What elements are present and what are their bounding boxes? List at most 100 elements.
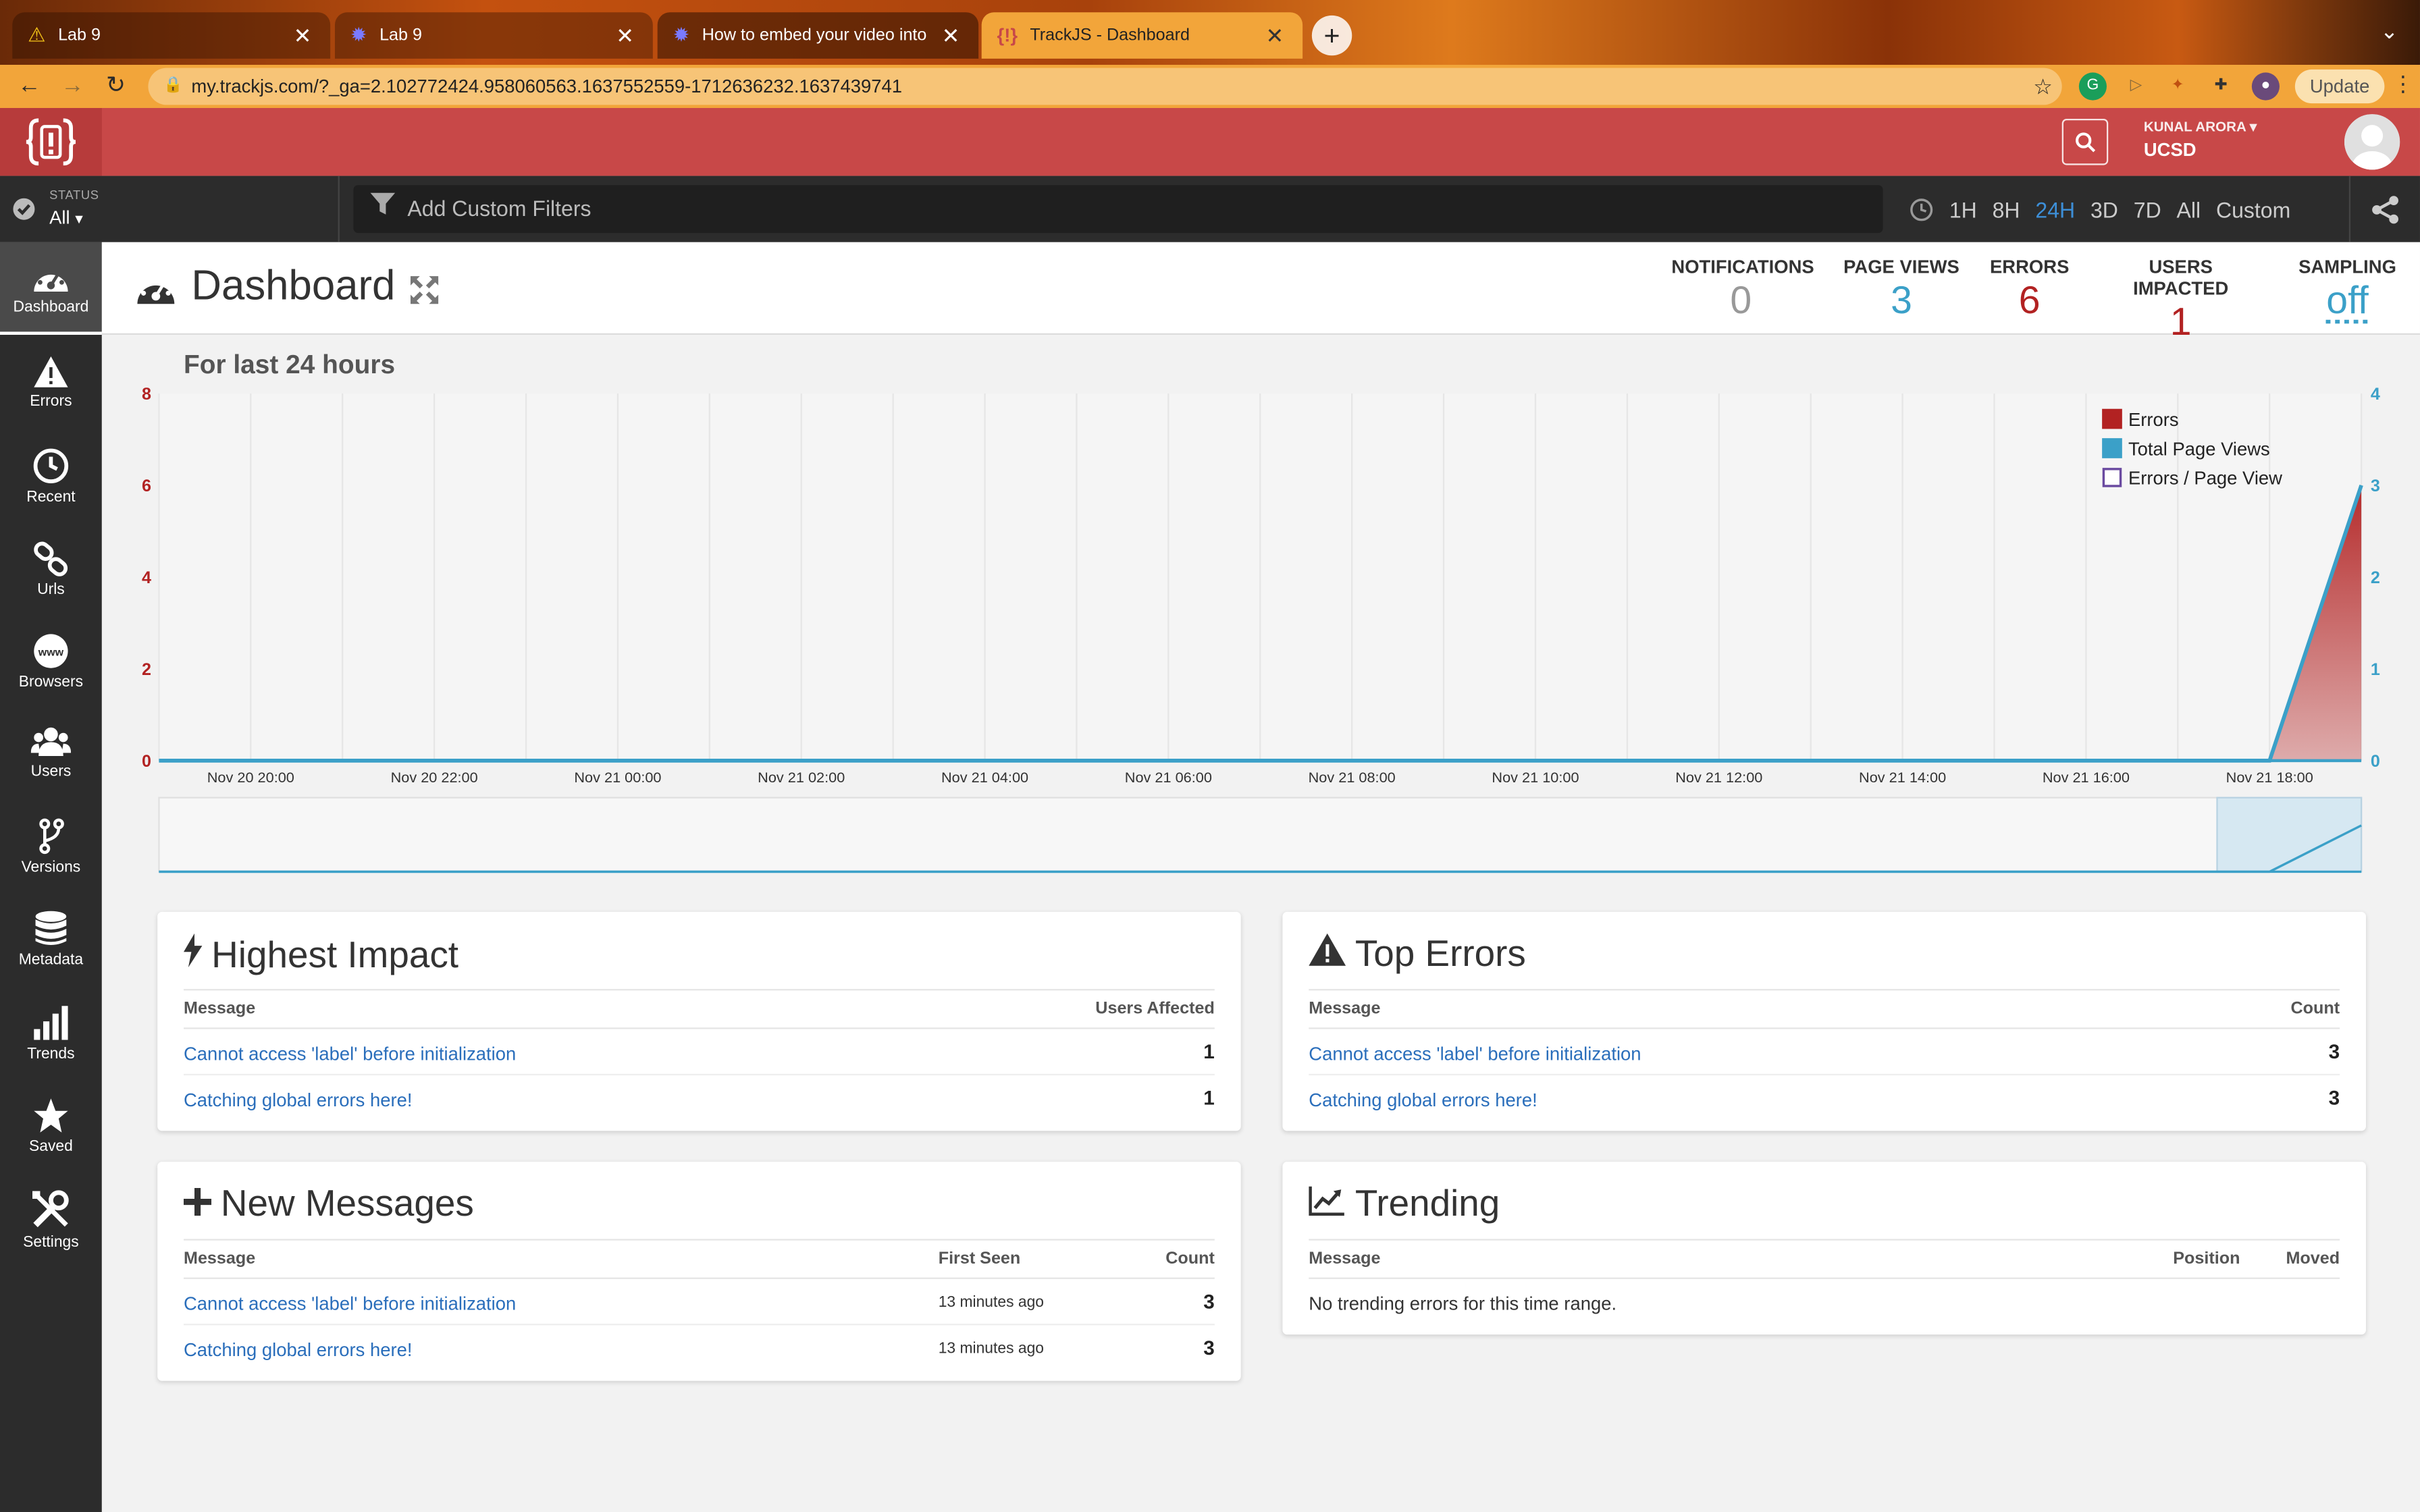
error-message-link[interactable]: Cannot access 'label' before initializat… xyxy=(184,1293,516,1314)
user-menu[interactable]: KUNAL ARORA ▾ UCSD xyxy=(2144,119,2257,161)
expand-icon[interactable] xyxy=(407,273,441,307)
trackjs-logo[interactable] xyxy=(0,107,102,176)
sidebar-item-urls[interactable]: Urls xyxy=(0,522,102,614)
panel-title: New Messages xyxy=(220,1183,474,1225)
column-header-moved[interactable]: Moved xyxy=(2286,1249,2340,1268)
sidebar-item-label: Users xyxy=(30,763,72,781)
puzzle-icon[interactable]: ✚ xyxy=(2207,72,2235,100)
browser-tab[interactable]: ⚠ Lab 9 ✕ xyxy=(12,12,331,59)
column-header-first-seen[interactable]: First Seen xyxy=(939,1249,1021,1268)
x-tick-label: Nov 21 00:00 xyxy=(574,769,661,786)
grammarly-icon[interactable]: G xyxy=(2078,72,2107,101)
error-message-link[interactable]: Catching global errors here! xyxy=(184,1089,412,1111)
panel-title: Highest Impact xyxy=(211,934,459,976)
close-tab-icon[interactable]: ✕ xyxy=(1263,22,1288,49)
notifications-stat[interactable]: NOTIFICATIONS 0 xyxy=(1671,256,1814,324)
new-tab-button[interactable]: + xyxy=(1311,15,1352,56)
range-3d[interactable]: 3D xyxy=(2083,196,2126,221)
share-button[interactable] xyxy=(2348,176,2420,242)
reload-icon[interactable]: ↻ xyxy=(99,70,132,103)
org-name: UCSD xyxy=(2143,138,2197,161)
stat-label: USERS IMPACTED xyxy=(2133,256,2229,300)
sidebar-item-metadata[interactable]: Metadata xyxy=(0,892,102,984)
x-tick-label: Nov 20 22:00 xyxy=(391,769,478,786)
svg-text:www: www xyxy=(38,647,64,658)
update-button[interactable]: Update xyxy=(2294,69,2385,104)
chevron-down-icon[interactable]: ⌄ xyxy=(2380,18,2398,45)
table-header: Message Position Moved xyxy=(1309,1239,2340,1279)
x-tick-label: Nov 21 06:00 xyxy=(1125,769,1212,786)
sidebar-item-browsers[interactable]: www Browsers xyxy=(0,614,102,707)
errors-chart: For last 24 hours 0 2 4 6 8 0 1 2 3 4 Nov 20 20:00… xyxy=(102,335,2420,890)
sidebar-item-trends[interactable]: Trends xyxy=(0,986,102,1079)
range-custom[interactable]: Custom xyxy=(2209,196,2298,221)
sidebar-item-saved[interactable]: Saved xyxy=(0,1079,102,1171)
first-seen-time: 13 minutes ago xyxy=(938,1341,1045,1358)
table-row: Catching global errors here! 1 xyxy=(184,1075,1215,1122)
trending-panel: Trending Message Position Moved No trend… xyxy=(1282,1162,2366,1335)
column-header-message[interactable]: Message xyxy=(1309,1000,1380,1018)
range-all[interactable]: All xyxy=(2169,196,2208,221)
browser-tab[interactable]: ✹ Lab 9 ✕ xyxy=(334,12,653,59)
sidebar-item-versions[interactable]: Versions xyxy=(0,799,102,892)
address-bar[interactable]: 🔒 my.trackjs.com/?_ga=2.102772424.958060… xyxy=(148,68,2062,105)
page-views-stat[interactable]: PAGE VIEWS 3 xyxy=(1840,256,1964,324)
range-8h[interactable]: 8H xyxy=(1984,196,2028,221)
range-1h[interactable]: 1H xyxy=(1941,196,1984,221)
column-header-users-affected[interactable]: Users Affected xyxy=(1095,1000,1215,1018)
sidebar-item-users[interactable]: Users xyxy=(0,707,102,799)
profile-icon[interactable]: ● xyxy=(2251,72,2280,101)
browser-tab[interactable]: ✹ How to embed your video into ✕ xyxy=(657,12,979,59)
x-tick-label: Nov 21 12:00 xyxy=(1675,769,1762,786)
error-message-link[interactable]: Cannot access 'label' before initializat… xyxy=(184,1043,516,1064)
error-message-link[interactable]: Catching global errors here! xyxy=(184,1339,412,1361)
extension-icon[interactable]: ▷ xyxy=(2122,72,2150,100)
dashboard-header: Dashboard NOTIFICATIONS 0 PAGE VIEWS 3 E… xyxy=(101,242,2420,344)
star-icon[interactable]: ☆ xyxy=(2033,68,2053,105)
column-header-message[interactable]: Message xyxy=(1309,1249,1380,1268)
sampling-stat[interactable]: SAMPLING off xyxy=(2294,256,2402,324)
column-header-count[interactable]: Count xyxy=(2291,1000,2340,1018)
menu-icon[interactable]: ⋮ xyxy=(2392,71,2414,97)
back-arrow-icon[interactable]: ← xyxy=(12,70,46,103)
range-navigator xyxy=(158,796,2363,873)
status-filter[interactable]: STATUS All ▾ xyxy=(0,176,340,242)
chart-svg: 0 2 4 6 8 0 1 2 3 4 Nov 20 20:00 Nov 20 22:00 Nov 21… xyxy=(142,385,2380,873)
page-title: Dashboard xyxy=(191,262,396,309)
fox-icon[interactable]: ✦ xyxy=(2164,72,2192,100)
stat-value: 0 xyxy=(1730,279,1752,323)
empty-state-row: No trending errors for this time range. xyxy=(1309,1279,2340,1326)
users-impacted-stat[interactable]: USERS IMPACTED 1 xyxy=(2099,256,2263,346)
share-icon xyxy=(2371,195,2398,223)
sidebar-item-settings[interactable]: Settings xyxy=(0,1171,102,1264)
search-button[interactable] xyxy=(2061,118,2109,165)
sidebar-item-label: Settings xyxy=(23,1234,79,1251)
browser-tab-active[interactable]: {!} TrackJS - Dashboard ✕ xyxy=(981,12,1303,59)
errors-stat[interactable]: ERRORS 6 xyxy=(1983,256,2076,324)
column-header-position[interactable]: Position xyxy=(2173,1249,2240,1268)
range-7d[interactable]: 7D xyxy=(2126,196,2169,221)
sidebar-item-errors[interactable]: Errors xyxy=(0,336,102,429)
sidebar-item-label: Versions xyxy=(21,859,81,877)
column-header-message[interactable]: Message xyxy=(184,1000,255,1018)
sidebar-item-recent[interactable]: Recent xyxy=(0,429,102,521)
error-message-link[interactable]: Cannot access 'label' before initializat… xyxy=(1309,1043,1641,1064)
status-label: STATUS xyxy=(49,188,99,202)
column-header-message[interactable]: Message xyxy=(184,1249,255,1268)
column-header-count[interactable]: Count xyxy=(1165,1249,1215,1268)
error-message-link[interactable]: Catching global errors here! xyxy=(1309,1089,1537,1111)
range-24h[interactable]: 24H xyxy=(2028,196,2083,221)
close-tab-icon[interactable]: ✕ xyxy=(612,22,637,49)
close-tab-icon[interactable]: ✕ xyxy=(939,22,964,49)
sidebar-item-dashboard[interactable]: Dashboard xyxy=(0,242,102,335)
close-tab-icon[interactable]: ✕ xyxy=(290,22,315,49)
legend-swatch xyxy=(2102,408,2122,429)
table-header: Message First Seen Count xyxy=(183,1239,1215,1279)
tools-icon xyxy=(32,1190,69,1228)
custom-filters-input[interactable]: Add Custom Filters xyxy=(353,185,1883,234)
avatar[interactable] xyxy=(2344,114,2400,170)
forward-arrow-icon[interactable]: → xyxy=(55,70,89,103)
highest-impact-panel: Highest Impact Message Users Affected Ca… xyxy=(157,911,1241,1131)
sidebar-item-label: Errors xyxy=(30,393,72,410)
sidebar-item-label: Browsers xyxy=(18,674,84,691)
